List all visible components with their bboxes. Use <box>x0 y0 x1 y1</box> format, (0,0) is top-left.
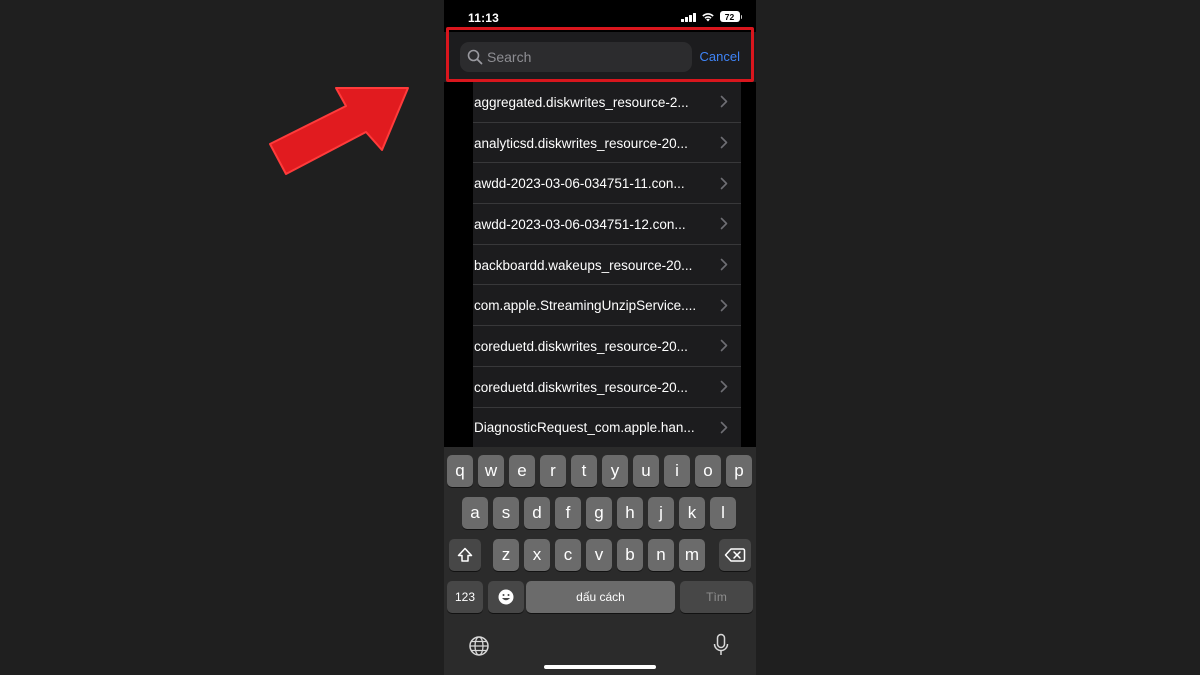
status-icons: 72 <box>681 11 742 22</box>
wifi-icon <box>701 12 714 21</box>
key-d[interactable]: d <box>524 497 550 529</box>
cancel-button[interactable]: Cancel <box>700 49 740 64</box>
chevron-right-icon <box>720 380 728 393</box>
space-key[interactable]: dấu cách <box>526 581 675 613</box>
key-x[interactable]: x <box>524 539 550 571</box>
key-g[interactable]: g <box>586 497 612 529</box>
file-name: DiagnosticRequest_com.apple.han... <box>474 420 695 436</box>
key-b[interactable]: b <box>617 539 643 571</box>
key-c[interactable]: c <box>555 539 581 571</box>
home-indicator[interactable] <box>544 665 656 669</box>
shift-key[interactable] <box>449 539 481 571</box>
file-list-item[interactable]: aggregated.diskwrites_resource-2... <box>473 82 741 123</box>
search-input[interactable] <box>484 42 692 72</box>
file-list-item[interactable]: backboardd.wakeups_resource-20... <box>473 245 741 286</box>
status-time: 11:13 <box>468 11 500 25</box>
file-list-item[interactable]: awdd-2023-03-06-034751-12.con... <box>473 204 741 245</box>
file-name: aggregated.diskwrites_resource-2... <box>474 94 689 110</box>
key-t[interactable]: t <box>571 455 597 487</box>
key-p[interactable]: p <box>726 455 752 487</box>
backspace-icon <box>724 548 746 562</box>
chevron-right-icon <box>720 340 728 352</box>
key-h[interactable]: h <box>617 497 643 529</box>
search-header: Cancel <box>444 32 756 82</box>
key-i[interactable]: i <box>664 455 690 487</box>
file-list-item[interactable]: coreduetd.diskwrites_resource-20... <box>473 367 741 408</box>
phone-screen: 11:13 72 Cancel aggr <box>444 0 756 675</box>
file-name: awdd-2023-03-06-034751-11.con... <box>474 176 685 192</box>
keyboard: 123 dấu cách Tìm qwertyuiop asdfghjkl zxcv… <box>444 447 756 675</box>
key-q[interactable]: q <box>447 455 473 487</box>
chevron-right-icon <box>720 96 728 108</box>
key-j[interactable]: j <box>648 497 674 529</box>
key-f[interactable]: f <box>555 497 581 529</box>
delete-key[interactable] <box>719 539 751 571</box>
key-n[interactable]: n <box>648 539 674 571</box>
file-name: backboardd.wakeups_resource-20... <box>474 257 693 273</box>
file-list-item[interactable]: awdd-2023-03-06-034751-11.con... <box>473 163 741 204</box>
key-r[interactable]: r <box>540 455 566 487</box>
key-o[interactable]: o <box>695 455 721 487</box>
key-m[interactable]: m <box>679 539 705 571</box>
key-y[interactable]: y <box>602 455 628 487</box>
key-s[interactable]: s <box>493 497 519 529</box>
battery-level: 72 <box>719 11 740 22</box>
chevron-right-icon <box>720 421 728 434</box>
chevron-right-icon <box>720 218 728 230</box>
file-name: coreduetd.diskwrites_resource-20... <box>474 338 688 354</box>
file-name: com.apple.StreamingUnzipService.... <box>474 298 697 314</box>
key-v[interactable]: v <box>586 539 612 571</box>
file-list-item[interactable]: coreduetd.diskwrites_resource-20... <box>473 326 741 367</box>
search-icon <box>467 49 483 65</box>
battery-icon: 72 <box>719 11 742 22</box>
file-name: awdd-2023-03-06-034751-12.con... <box>474 216 686 232</box>
key-a[interactable]: a <box>462 497 488 529</box>
file-list: aggregated.diskwrites_resource-2...analy… <box>473 82 741 449</box>
globe-icon[interactable] <box>468 635 490 657</box>
chevron-right-icon <box>720 258 728 271</box>
chevron-right-icon <box>720 299 728 312</box>
search-submit-key[interactable]: Tìm <box>680 581 753 613</box>
file-name: coreduetd.diskwrites_resource-20... <box>474 379 688 395</box>
emoji-key[interactable] <box>488 581 524 613</box>
key-l[interactable]: l <box>710 497 736 529</box>
shift-icon <box>457 547 473 562</box>
emoji-icon <box>498 589 514 605</box>
red-arrow-annotation-icon <box>269 87 409 175</box>
key-u[interactable]: u <box>633 455 659 487</box>
search-field[interactable] <box>460 42 692 72</box>
key-k[interactable]: k <box>679 497 705 529</box>
status-bar: 11:13 72 <box>444 0 756 32</box>
numbers-key[interactable]: 123 <box>447 581 483 613</box>
key-z[interactable]: z <box>493 539 519 571</box>
key-w[interactable]: w <box>478 455 504 487</box>
key-e[interactable]: e <box>509 455 535 487</box>
cellular-signal-icon <box>681 12 696 22</box>
chevron-right-icon <box>720 177 728 190</box>
microphone-icon[interactable] <box>712 633 730 657</box>
file-list-item[interactable]: analyticsd.diskwrites_resource-20... <box>473 123 741 164</box>
chevron-right-icon <box>720 136 728 149</box>
file-name: analyticsd.diskwrites_resource-20... <box>474 135 688 151</box>
file-list-item[interactable]: com.apple.StreamingUnzipService.... <box>473 285 741 326</box>
file-list-item[interactable]: DiagnosticRequest_com.apple.han... <box>473 408 741 449</box>
